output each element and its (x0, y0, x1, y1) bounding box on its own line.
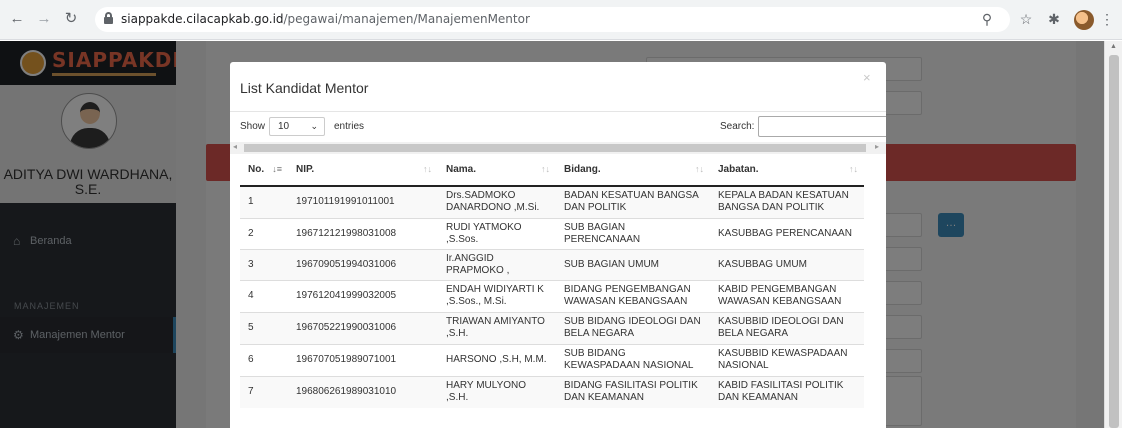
kandidat-mentor-modal: List Kandidat Mentor × Show 10 ⌄ entries… (230, 62, 886, 428)
entries-label: entries (334, 121, 365, 132)
sort-icon: ↑↓ (423, 164, 432, 174)
cell-jabatan: KABID FASILITASI POLITIK DAN KEAMANAN (710, 375, 864, 408)
cell-nip: 197101191991011001 (288, 185, 438, 218)
cell-bidang: SUB BIDANG KEWASPADAAN NASIONAL (556, 343, 710, 376)
show-label: Show (240, 121, 266, 132)
menu-dots-icon[interactable]: ⋮ (1096, 8, 1118, 30)
cell-bidang: SUB BAGIAN PERENCANAAN (556, 217, 710, 249)
sort-icon: ↑↓ (695, 164, 704, 174)
table-row[interactable]: 1 197101191991011001 Drs.SADMOKO DANARDO… (240, 185, 864, 218)
search-input[interactable] (758, 116, 886, 137)
cell-nama: Ir.ANGGID PRAPMOKO , (438, 248, 556, 280)
mentor-table: No. ↓≡ NIP. ↑↓ Nama. ↑↓ Bidang. ↑↓ Jabatan. ↑… (240, 154, 864, 408)
column-header-bidang[interactable]: Bidang. ↑↓ (556, 154, 710, 187)
cell-no: 6 (240, 343, 288, 376)
cell-nip: 196707051989071001 (288, 343, 438, 376)
browser-toolbar: ← → ↻ siappakde.cilacapkab.go.id/pegawai… (0, 0, 1122, 40)
sort-icon: ↑↓ (849, 164, 858, 174)
column-header-nama[interactable]: Nama. ↑↓ (438, 154, 556, 187)
cell-jabatan: KASUBBID IDEOLOGI DAN BELA NEGARA (710, 311, 864, 344)
zoom-icon[interactable]: ⚲ (979, 8, 995, 30)
chevron-down-icon: ⌄ (310, 121, 318, 131)
sort-icon: ↑↓ (541, 164, 550, 174)
cell-bidang: BADAN KESATUAN BANGSA DAN POLITIK (556, 185, 710, 218)
cell-nip: 196705221990031006 (288, 311, 438, 344)
cell-jabatan: KASUBBAG UMUM (710, 248, 864, 280)
cell-jabatan: KEPALA BADAN KESATUAN BANGSA DAN POLITIK (710, 185, 864, 218)
cell-nama: HARSONO ,S.H, M.M. (438, 343, 556, 376)
modal-title: List Kandidat Mentor (240, 80, 369, 96)
cell-jabatan: KASUBBID KEWASPADAAN NASIONAL (710, 343, 864, 376)
scroll-left-icon[interactable]: ◂ (233, 142, 237, 151)
cell-nama: TRIAWAN AMIYANTO ,S.H. (438, 311, 556, 344)
cell-nama: Drs.SADMOKO DANARDONO ,M.Si. (438, 185, 556, 218)
cell-nip: 197612041999032005 (288, 279, 438, 312)
search-label: Search: (720, 121, 755, 132)
back-icon[interactable]: ← (6, 8, 28, 30)
modal-header: List Kandidat Mentor × (230, 62, 886, 112)
table-row[interactable]: 2 196712121998031008 RUDI YATMOKO ,S.Sos… (240, 217, 864, 249)
cell-nama: RUDI YATMOKO ,S.Sos. (438, 217, 556, 249)
cell-nama: HARY MULYONO ,S.H. (438, 375, 556, 408)
column-header-jabatan[interactable]: Jabatan. ↑↓ (710, 154, 864, 187)
table-row[interactable]: 4 197612041999032005 ENDAH WIDIYARTI K ,… (240, 279, 864, 312)
lock-icon (104, 12, 113, 25)
scroll-up-icon[interactable]: ▲ (1110, 43, 1117, 50)
cell-bidang: SUB BIDANG IDEOLOGI DAN BELA NEGARA (556, 311, 710, 344)
cell-bidang: BIDANG FASILITASI POLITIK DAN KEAMANAN (556, 375, 710, 408)
scrollbar-thumb[interactable] (1109, 55, 1119, 428)
scrollbar-thumb[interactable] (244, 144, 866, 152)
bookmark-star-icon[interactable]: ☆ (1015, 8, 1037, 30)
table-header-row: No. ↓≡ NIP. ↑↓ Nama. ↑↓ Bidang. ↑↓ Jabatan. ↑… (240, 154, 864, 187)
sort-asc-icon: ↓≡ (272, 164, 282, 174)
cell-nip: 196712121998031008 (288, 217, 438, 249)
entries-length-select[interactable]: 10 ⌄ (269, 117, 325, 136)
table-row[interactable]: 6 196707051989071001 HARSONO ,S.H, M.M. … (240, 343, 864, 376)
close-icon[interactable]: × (863, 70, 871, 85)
cell-bidang: SUB BAGIAN UMUM (556, 248, 710, 280)
column-header-no[interactable]: No. ↓≡ (240, 154, 288, 187)
cell-no: 7 (240, 375, 288, 408)
cell-jabatan: KASUBBAG PERENCANAAN (710, 217, 864, 249)
extensions-icon[interactable]: ✱ (1043, 8, 1065, 30)
url-text: siappakde.cilacapkab.go.id/pegawai/manaj… (121, 12, 530, 26)
entries-length-value: 10 (278, 121, 290, 132)
cell-no: 3 (240, 248, 288, 280)
table-row[interactable]: 7 196806261989031010 HARY MULYONO ,S.H. … (240, 375, 864, 408)
table-horizontal-scrollbar[interactable]: ◂ ▸ (230, 142, 886, 154)
profile-avatar[interactable] (1074, 10, 1094, 30)
cell-no: 2 (240, 217, 288, 249)
table-row[interactable]: 3 196709051994031006 Ir.ANGGID PRAPMOKO … (240, 248, 864, 280)
cell-no: 4 (240, 279, 288, 312)
cell-no: 1 (240, 185, 288, 218)
cell-nip: 196709051994031006 (288, 248, 438, 280)
address-bar[interactable]: siappakde.cilacapkab.go.id/pegawai/manaj… (95, 7, 1010, 32)
page-scrollbar[interactable]: ▲ (1104, 41, 1122, 428)
table-row[interactable]: 5 196705221990031006 TRIAWAN AMIYANTO ,S… (240, 311, 864, 344)
column-header-nip[interactable]: NIP. ↑↓ (288, 154, 438, 187)
scroll-right-icon[interactable]: ▸ (875, 142, 879, 151)
cell-no: 5 (240, 311, 288, 344)
cell-jabatan: KABID PENGEMBANGAN WAWASAN KEBANGSAAN (710, 279, 864, 312)
cell-nama: ENDAH WIDIYARTI K ,S.Sos., M.Si. (438, 279, 556, 312)
forward-icon[interactable]: → (33, 8, 55, 30)
reload-icon[interactable]: ↻ (60, 8, 82, 30)
cell-bidang: BIDANG PENGEMBANGAN WAWASAN KEBANGSAAN (556, 279, 710, 312)
cell-nip: 196806261989031010 (288, 375, 438, 408)
